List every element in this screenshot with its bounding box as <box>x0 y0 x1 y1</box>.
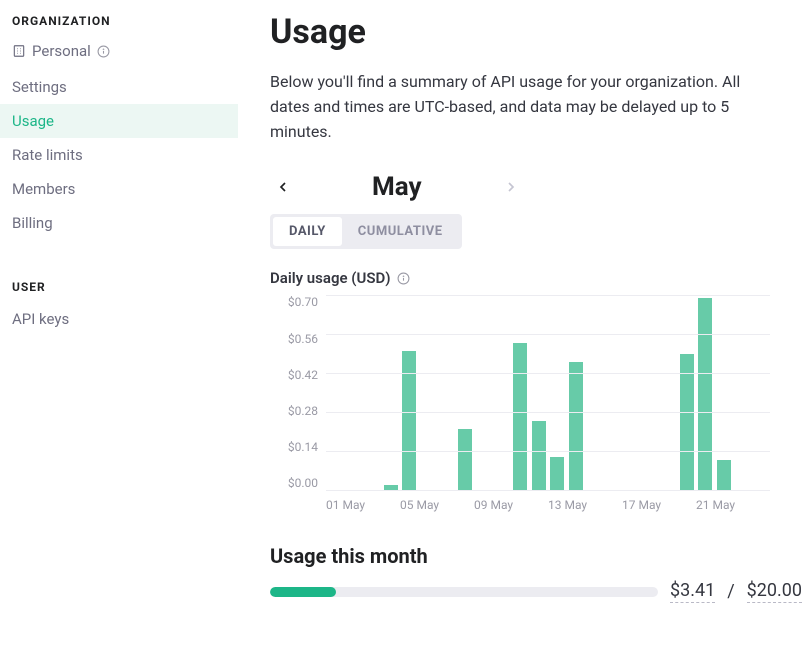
y-tick: $0.14 <box>288 440 318 454</box>
bar-slot <box>493 295 512 490</box>
bar-slot <box>659 295 678 490</box>
x-tick: 01 May <box>326 498 400 512</box>
bar[interactable] <box>513 343 527 491</box>
x-tick: 09 May <box>474 498 548 512</box>
x-tick: 17 May <box>622 498 696 512</box>
sidebar-item-members[interactable]: Members <box>0 172 238 206</box>
breadcrumb[interactable]: Personal <box>0 36 238 70</box>
bar-slot <box>530 295 549 490</box>
gridline <box>326 295 770 296</box>
tab-daily[interactable]: DAILY <box>273 217 342 246</box>
view-tabs: DAILY CUMULATIVE <box>270 214 462 249</box>
bar-slot <box>400 295 419 490</box>
bar-slot <box>696 295 715 490</box>
bar-slot <box>733 295 752 490</box>
sidebar-item-billing[interactable]: Billing <box>0 206 238 240</box>
gridline <box>326 451 770 452</box>
sidebar-item-settings[interactable]: Settings <box>0 70 238 104</box>
usage-amount[interactable]: $3.41 <box>670 580 715 603</box>
chart-title: Daily usage (USD) <box>270 269 391 287</box>
gridline <box>326 373 770 374</box>
user-section-title: USER <box>0 276 238 302</box>
bar-slot <box>456 295 475 490</box>
bar[interactable] <box>532 421 546 491</box>
info-icon[interactable] <box>397 272 410 285</box>
org-section-title: ORGANIZATION <box>0 10 238 36</box>
bar-slot <box>567 295 586 490</box>
bar[interactable] <box>550 457 564 490</box>
sidebar-item-usage[interactable]: Usage <box>0 104 238 138</box>
bar-slot <box>419 295 438 490</box>
month-label: May <box>372 172 422 202</box>
month-nav: May <box>270 172 802 202</box>
usage-progress-fill <box>270 587 336 597</box>
sidebar-item-rate-limits[interactable]: Rate limits <box>0 138 238 172</box>
tab-cumulative[interactable]: CUMULATIVE <box>342 217 459 246</box>
bar-slot <box>548 295 567 490</box>
usage-progress-track <box>270 587 658 597</box>
bar-slot <box>604 295 623 490</box>
x-tick: 05 May <box>400 498 474 512</box>
bar-slot <box>622 295 641 490</box>
bar[interactable] <box>402 351 416 490</box>
slash: / <box>727 581 734 602</box>
bar-slot <box>363 295 382 490</box>
y-tick: $0.70 <box>288 295 318 309</box>
chevron-left-icon[interactable] <box>270 174 296 200</box>
page-title: Usage <box>270 12 802 52</box>
x-tick: 13 May <box>548 498 622 512</box>
usage-month-title: Usage this month <box>270 544 802 568</box>
y-tick: $0.56 <box>288 332 318 346</box>
bar[interactable] <box>569 362 583 490</box>
gridline <box>326 334 770 335</box>
bar-slot <box>585 295 604 490</box>
daily-usage-chart: $0.70 $0.56 $0.42 $0.28 $0.14 $0.00 01 May05 … <box>270 295 770 512</box>
x-tick: 21 May <box>696 498 770 512</box>
info-icon <box>97 45 110 58</box>
gridline <box>326 412 770 413</box>
building-icon <box>12 44 26 58</box>
sidebar-item-api-keys[interactable]: API keys <box>0 302 238 336</box>
chevron-right-icon[interactable] <box>498 174 524 200</box>
bar[interactable] <box>717 460 731 491</box>
bar-slot <box>345 295 364 490</box>
bar-slot <box>641 295 660 490</box>
intro-text: Below you'll find a summary of API usage… <box>270 70 770 144</box>
bar-slot <box>382 295 401 490</box>
y-tick: $0.28 <box>288 404 318 418</box>
bar-slot <box>474 295 493 490</box>
bar[interactable] <box>458 429 472 490</box>
bar-slot <box>678 295 697 490</box>
bar-slot <box>437 295 456 490</box>
bar-slot <box>752 295 771 490</box>
bar-slot <box>326 295 345 490</box>
y-tick: $0.00 <box>288 476 318 490</box>
limit-amount[interactable]: $20.00 <box>747 580 802 603</box>
gridline <box>326 490 770 491</box>
org-name: Personal <box>32 42 91 60</box>
bar-slot <box>511 295 530 490</box>
bar-slot <box>715 295 734 490</box>
y-tick: $0.42 <box>288 368 318 382</box>
bar[interactable] <box>698 298 712 490</box>
